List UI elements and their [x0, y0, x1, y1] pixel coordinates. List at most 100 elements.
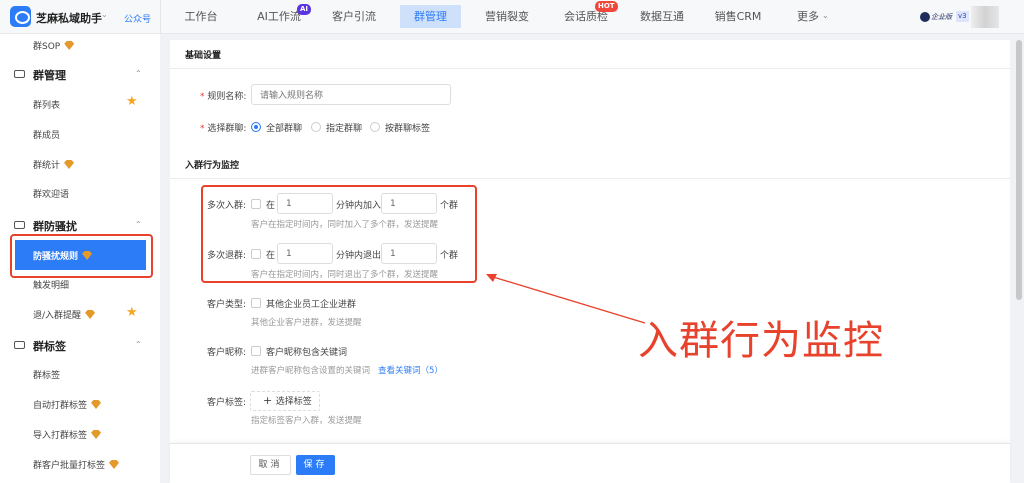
divider [160, 0, 161, 34]
customer-nick-label: 客户昵称: [207, 348, 247, 358]
sidebar-group-anti-harass[interactable]: 群防骚扰 [33, 218, 77, 234]
user-avatar[interactable] [971, 6, 999, 28]
chevron-down-icon[interactable]: ⌄ [822, 11, 829, 20]
edition-label: 企业版 [931, 13, 952, 21]
customer-nick-option[interactable]: 客户昵称包含关键词 [266, 345, 347, 358]
multi-leave-minutes-input[interactable]: 1 [277, 243, 333, 264]
sidebar-group-group-tags[interactable]: 群标签 [33, 338, 66, 354]
nav-group-management[interactable]: 群管理 [400, 5, 461, 28]
label: 群统计 [33, 161, 61, 171]
label: 防骚扰规则 [33, 252, 79, 262]
rule-name-input[interactable] [251, 84, 451, 105]
sidebar-item-group-welcome[interactable]: 群欢迎语 [33, 187, 69, 200]
divider [170, 178, 1010, 179]
multi-leave-count-input[interactable]: 1 [381, 243, 437, 264]
label: 自动打群标签 [33, 401, 88, 411]
customer-tag-help: 指定标签客户入群，发送提醒 [251, 416, 362, 426]
vip-gem-icon [91, 400, 102, 409]
view-keywords-link[interactable]: 查看关键词（5） [378, 364, 443, 376]
app-name[interactable]: 芝麻私域助手 [36, 10, 102, 26]
multi-join-label: 多次入群: [207, 201, 247, 211]
label: 规则名称: [207, 92, 247, 102]
customer-nick-help: 进群客户昵称包含设置的关键词 [251, 366, 371, 376]
sidebar-item-batch-tag[interactable]: 群客户批量打标签 [33, 458, 120, 471]
chevron-down-icon[interactable]: ⌄ [101, 10, 108, 19]
customer-tag-label: 客户标签: [207, 398, 247, 408]
sidebar-item-group-sop[interactable]: 群SOP [33, 39, 75, 52]
account-link[interactable]: 公众号 [124, 12, 151, 25]
vip-gem-icon [64, 160, 75, 169]
multi-join-help: 客户在指定时间内，同时加入了多个群，发送提醒 [251, 220, 439, 230]
customer-type-option[interactable]: 其他企业员工企业进群 [266, 297, 356, 310]
section-basic-title: 基础设置 [185, 51, 222, 61]
multi-leave-label: 多次退群: [207, 251, 247, 261]
enterprise-icon [920, 12, 930, 22]
in-text: 在 [266, 201, 276, 211]
nav-data-sync[interactable]: 数据互通 [638, 0, 686, 34]
vip-gem-icon [85, 310, 96, 319]
label: 退/入群提醒 [33, 311, 82, 321]
mid-text: 分钟内退出 [336, 251, 382, 261]
vip-gem-icon [91, 430, 102, 439]
nav-more[interactable]: 更多 [796, 0, 820, 34]
nav-sales-crm[interactable]: 销售CRM [712, 0, 764, 34]
group-icon [14, 70, 25, 78]
vip-gem-icon [82, 251, 93, 260]
select-group-label: * 选择群聊: [200, 121, 246, 134]
unit-text: 个群 [440, 251, 459, 261]
multi-join-minutes-input[interactable]: 1 [277, 193, 333, 214]
sidebar-item-anti-harass-rules[interactable]: 防骚扰规则 [15, 240, 146, 270]
star-icon[interactable]: ★ [126, 305, 138, 320]
unit-text: 个群 [440, 201, 459, 211]
customer-nick-checkbox[interactable] [251, 346, 261, 356]
chevron-up-icon[interactable]: ⌃ [135, 340, 142, 349]
customer-type-label: 客户类型: [207, 300, 247, 310]
label: 全部群聊 [266, 124, 303, 134]
vip-gem-icon [109, 460, 120, 469]
radio-icon [370, 122, 380, 132]
chevron-up-icon[interactable]: ⌃ [135, 69, 142, 78]
select-tag-button[interactable]: + 选择标签 [250, 391, 320, 411]
in-text: 在 [266, 251, 276, 261]
chevron-up-icon[interactable]: ⌃ [135, 220, 142, 229]
version-badge: v3 [956, 11, 969, 22]
shield-icon [14, 221, 25, 229]
customer-type-help: 其他企业客户进群，发送提醒 [251, 318, 362, 328]
radio-specified-groups[interactable]: 指定群聊 [311, 121, 362, 134]
sidebar-item-join-leave-alert[interactable]: 退/入群提醒 [33, 308, 96, 321]
nav-workbench[interactable]: 工作台 [180, 0, 222, 34]
plus-icon: + [263, 394, 276, 407]
sidebar-item-group-members[interactable]: 群成员 [33, 128, 60, 141]
sidebar-item-group-stats[interactable]: 群统计 [33, 158, 75, 171]
label: 导入打群标签 [33, 431, 88, 441]
multi-join-checkbox[interactable] [251, 199, 261, 209]
vip-gem-icon [64, 41, 75, 50]
customer-type-checkbox[interactable] [251, 298, 261, 308]
multi-join-count-input[interactable]: 1 [381, 193, 437, 214]
save-button[interactable]: 保存 [296, 455, 335, 475]
multi-leave-checkbox[interactable] [251, 249, 261, 259]
rule-name-label: * 规则名称: [200, 89, 246, 102]
cancel-button[interactable]: 取消 [250, 455, 291, 475]
sidebar-item-trigger-details[interactable]: 触发明细 [33, 278, 69, 291]
nav-marketing[interactable]: 营销裂变 [483, 0, 531, 34]
label: 按群聊标签 [385, 124, 431, 134]
radio-all-groups[interactable]: 全部群聊 [251, 121, 302, 134]
sidebar-item-group-tags[interactable]: 群标签 [33, 368, 60, 381]
label: 选择群聊: [207, 124, 247, 134]
section-monitor-title: 入群行为监控 [185, 161, 240, 171]
multi-leave-help: 客户在指定时间内，同时退出了多个群，发送提醒 [251, 270, 439, 280]
radio-by-group-tag[interactable]: 按群聊标签 [370, 121, 430, 134]
sidebar-item-auto-tag[interactable]: 自动打群标签 [33, 398, 102, 411]
sidebar-item-group-list[interactable]: 群列表 [33, 98, 60, 111]
label: 指定群聊 [326, 124, 363, 134]
radio-icon [311, 122, 321, 132]
label: 群SOP [33, 42, 61, 52]
star-icon[interactable]: ★ [126, 94, 138, 109]
nav-customer-acquisition[interactable]: 客户引流 [330, 0, 378, 34]
divider [170, 68, 1010, 69]
sidebar-group-group-management[interactable]: 群管理 [33, 67, 66, 83]
sidebar-item-import-tag[interactable]: 导入打群标签 [33, 428, 102, 441]
scrollbar[interactable] [1016, 40, 1022, 300]
tag-icon [14, 341, 25, 349]
